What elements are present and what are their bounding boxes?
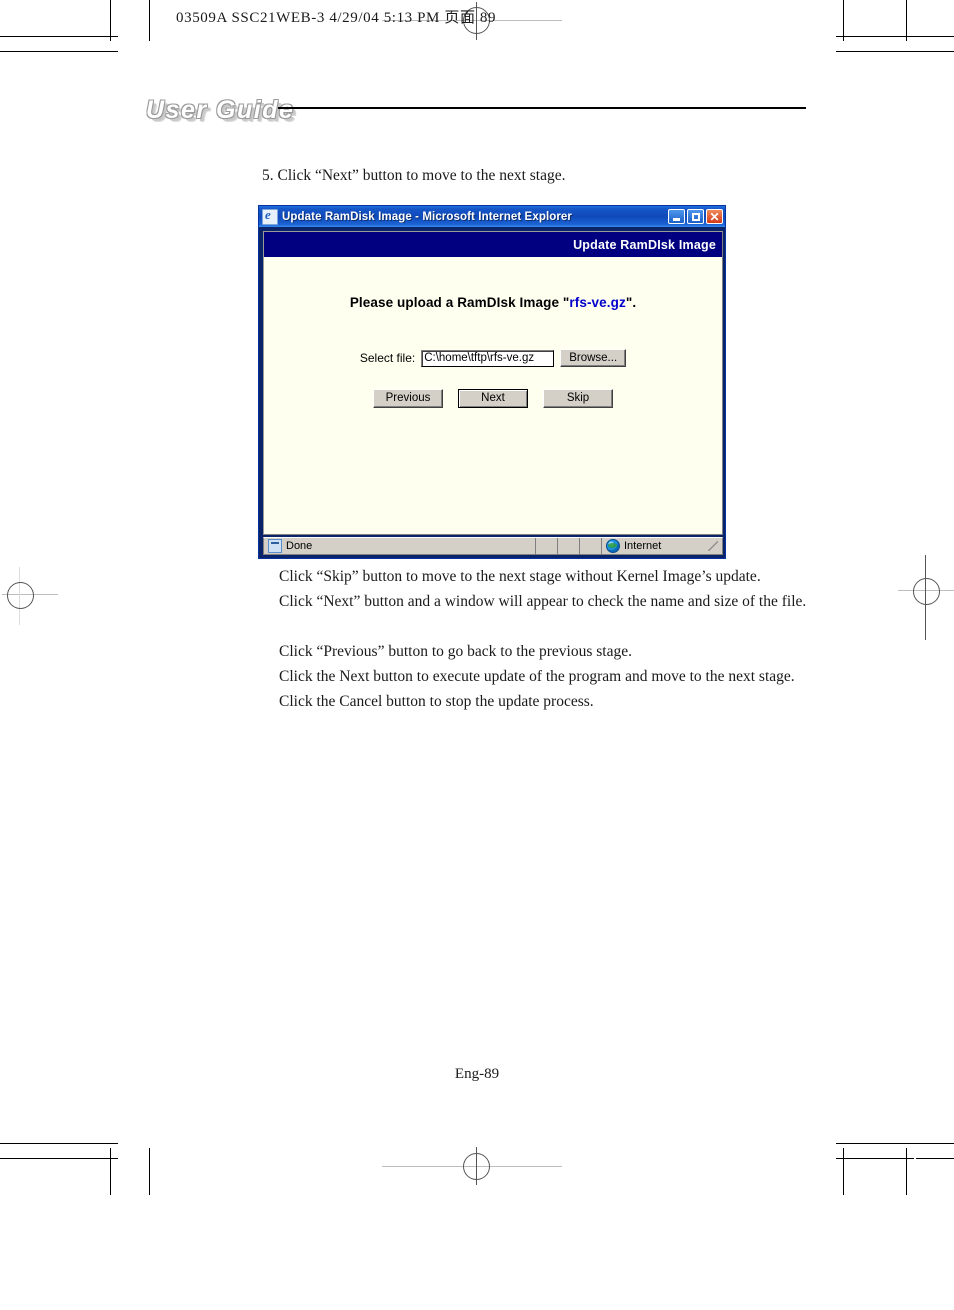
security-zone-pane[interactable]: Internet [602, 538, 722, 554]
minimize-icon [673, 217, 680, 221]
note-line-5: Click the Cancel button to stop the upda… [279, 693, 594, 710]
page-icon [268, 539, 282, 553]
browser-content: Update RamDIsk Image Please upload a Ram… [263, 231, 723, 535]
window-titlebar: Update RamDisk Image - Microsoft Interne… [259, 206, 725, 227]
wizard-buttons: Previous Next Skip [264, 389, 722, 408]
crop-mark-br-h3 [836, 1158, 914, 1159]
file-select-row: Select file: C:\home\tftp\rfs-ve.gz Brow… [264, 349, 722, 367]
skip-button[interactable]: Skip [543, 389, 613, 408]
crop-mark-tl-h1 [0, 36, 118, 37]
maximize-icon [691, 212, 700, 221]
upload-heading-suffix: ". [625, 295, 637, 310]
crop-mark-tl-h2 [0, 51, 118, 52]
close-icon: ✕ [709, 209, 720, 224]
globe-icon [606, 539, 620, 553]
maximize-button[interactable] [687, 209, 704, 224]
crop-mark-br-v1 [843, 1148, 844, 1195]
note-line-3: Click “Previous” button to go back to th… [279, 643, 632, 660]
crop-mark-br-h1 [836, 1143, 954, 1144]
printer-job-header: 03509A SSC21WEB-3 4/29/04 5:13 PM 页面 89 [176, 10, 497, 26]
select-file-label: Select file: [359, 351, 416, 365]
security-zone-text: Internet [624, 540, 662, 552]
note-line-2: Click “Next” button and a window will ap… [279, 593, 807, 610]
previous-button[interactable]: Previous [373, 389, 443, 408]
crop-mark-bl-v1 [110, 1148, 111, 1195]
crop-mark-tr-v1 [843, 0, 844, 41]
window-controls: ✕ [668, 209, 723, 224]
page-title: User Guide [146, 96, 295, 124]
upload-heading-filename: rfs-ve.gz [569, 295, 626, 310]
browse-button[interactable]: Browse... [560, 349, 627, 367]
crop-mark-tl-v2 [149, 0, 150, 41]
crop-mark-bl-v2 [149, 1148, 150, 1195]
next-button[interactable]: Next [458, 389, 528, 408]
crop-mark-bl-h2 [0, 1158, 118, 1159]
upload-heading: Please upload a RamDIsk Image "rfs-ve.gz… [264, 295, 722, 310]
page-footer: Eng-89 [454, 1066, 500, 1082]
status-message-pane: Done [264, 538, 536, 554]
status-pane-4 [580, 538, 602, 554]
browser-window: Update RamDisk Image - Microsoft Interne… [258, 205, 726, 559]
note-line-1: Click “Skip” button to move to the next … [279, 568, 761, 585]
page-band-title: Update RamDIsk Image [573, 237, 716, 252]
crop-mark-bl-h1 [0, 1143, 118, 1144]
upload-heading-prefix: Please upload a RamDIsk Image " [349, 295, 570, 310]
window-title: Update RamDisk Image - Microsoft Interne… [282, 210, 573, 223]
step-instruction: 5. Click “Next” button to move to the ne… [262, 167, 566, 184]
crop-mark-br-h2 [916, 1158, 954, 1159]
close-button[interactable]: ✕ [706, 209, 723, 224]
resize-grip[interactable] [708, 541, 718, 551]
crop-mark-br-v2 [906, 1148, 907, 1195]
file-path-input[interactable]: C:\home\tftp\rfs-ve.gz [421, 349, 555, 367]
status-pane-3 [558, 538, 580, 554]
crop-mark-tr-h2 [836, 51, 954, 52]
page-band: Update RamDIsk Image [264, 232, 722, 257]
internet-explorer-icon [262, 207, 278, 225]
note-line-4: Click the Next button to execute update … [279, 668, 795, 685]
crop-mark-tr-h1 [836, 36, 954, 37]
minimize-button[interactable] [668, 209, 685, 224]
status-bar: Done Internet [263, 537, 723, 555]
status-text: Done [286, 540, 313, 552]
crop-mark-tl-v1 [110, 0, 111, 41]
status-pane-2 [536, 538, 558, 554]
title-divider [278, 107, 806, 109]
crop-mark-tr-v2 [906, 0, 907, 41]
